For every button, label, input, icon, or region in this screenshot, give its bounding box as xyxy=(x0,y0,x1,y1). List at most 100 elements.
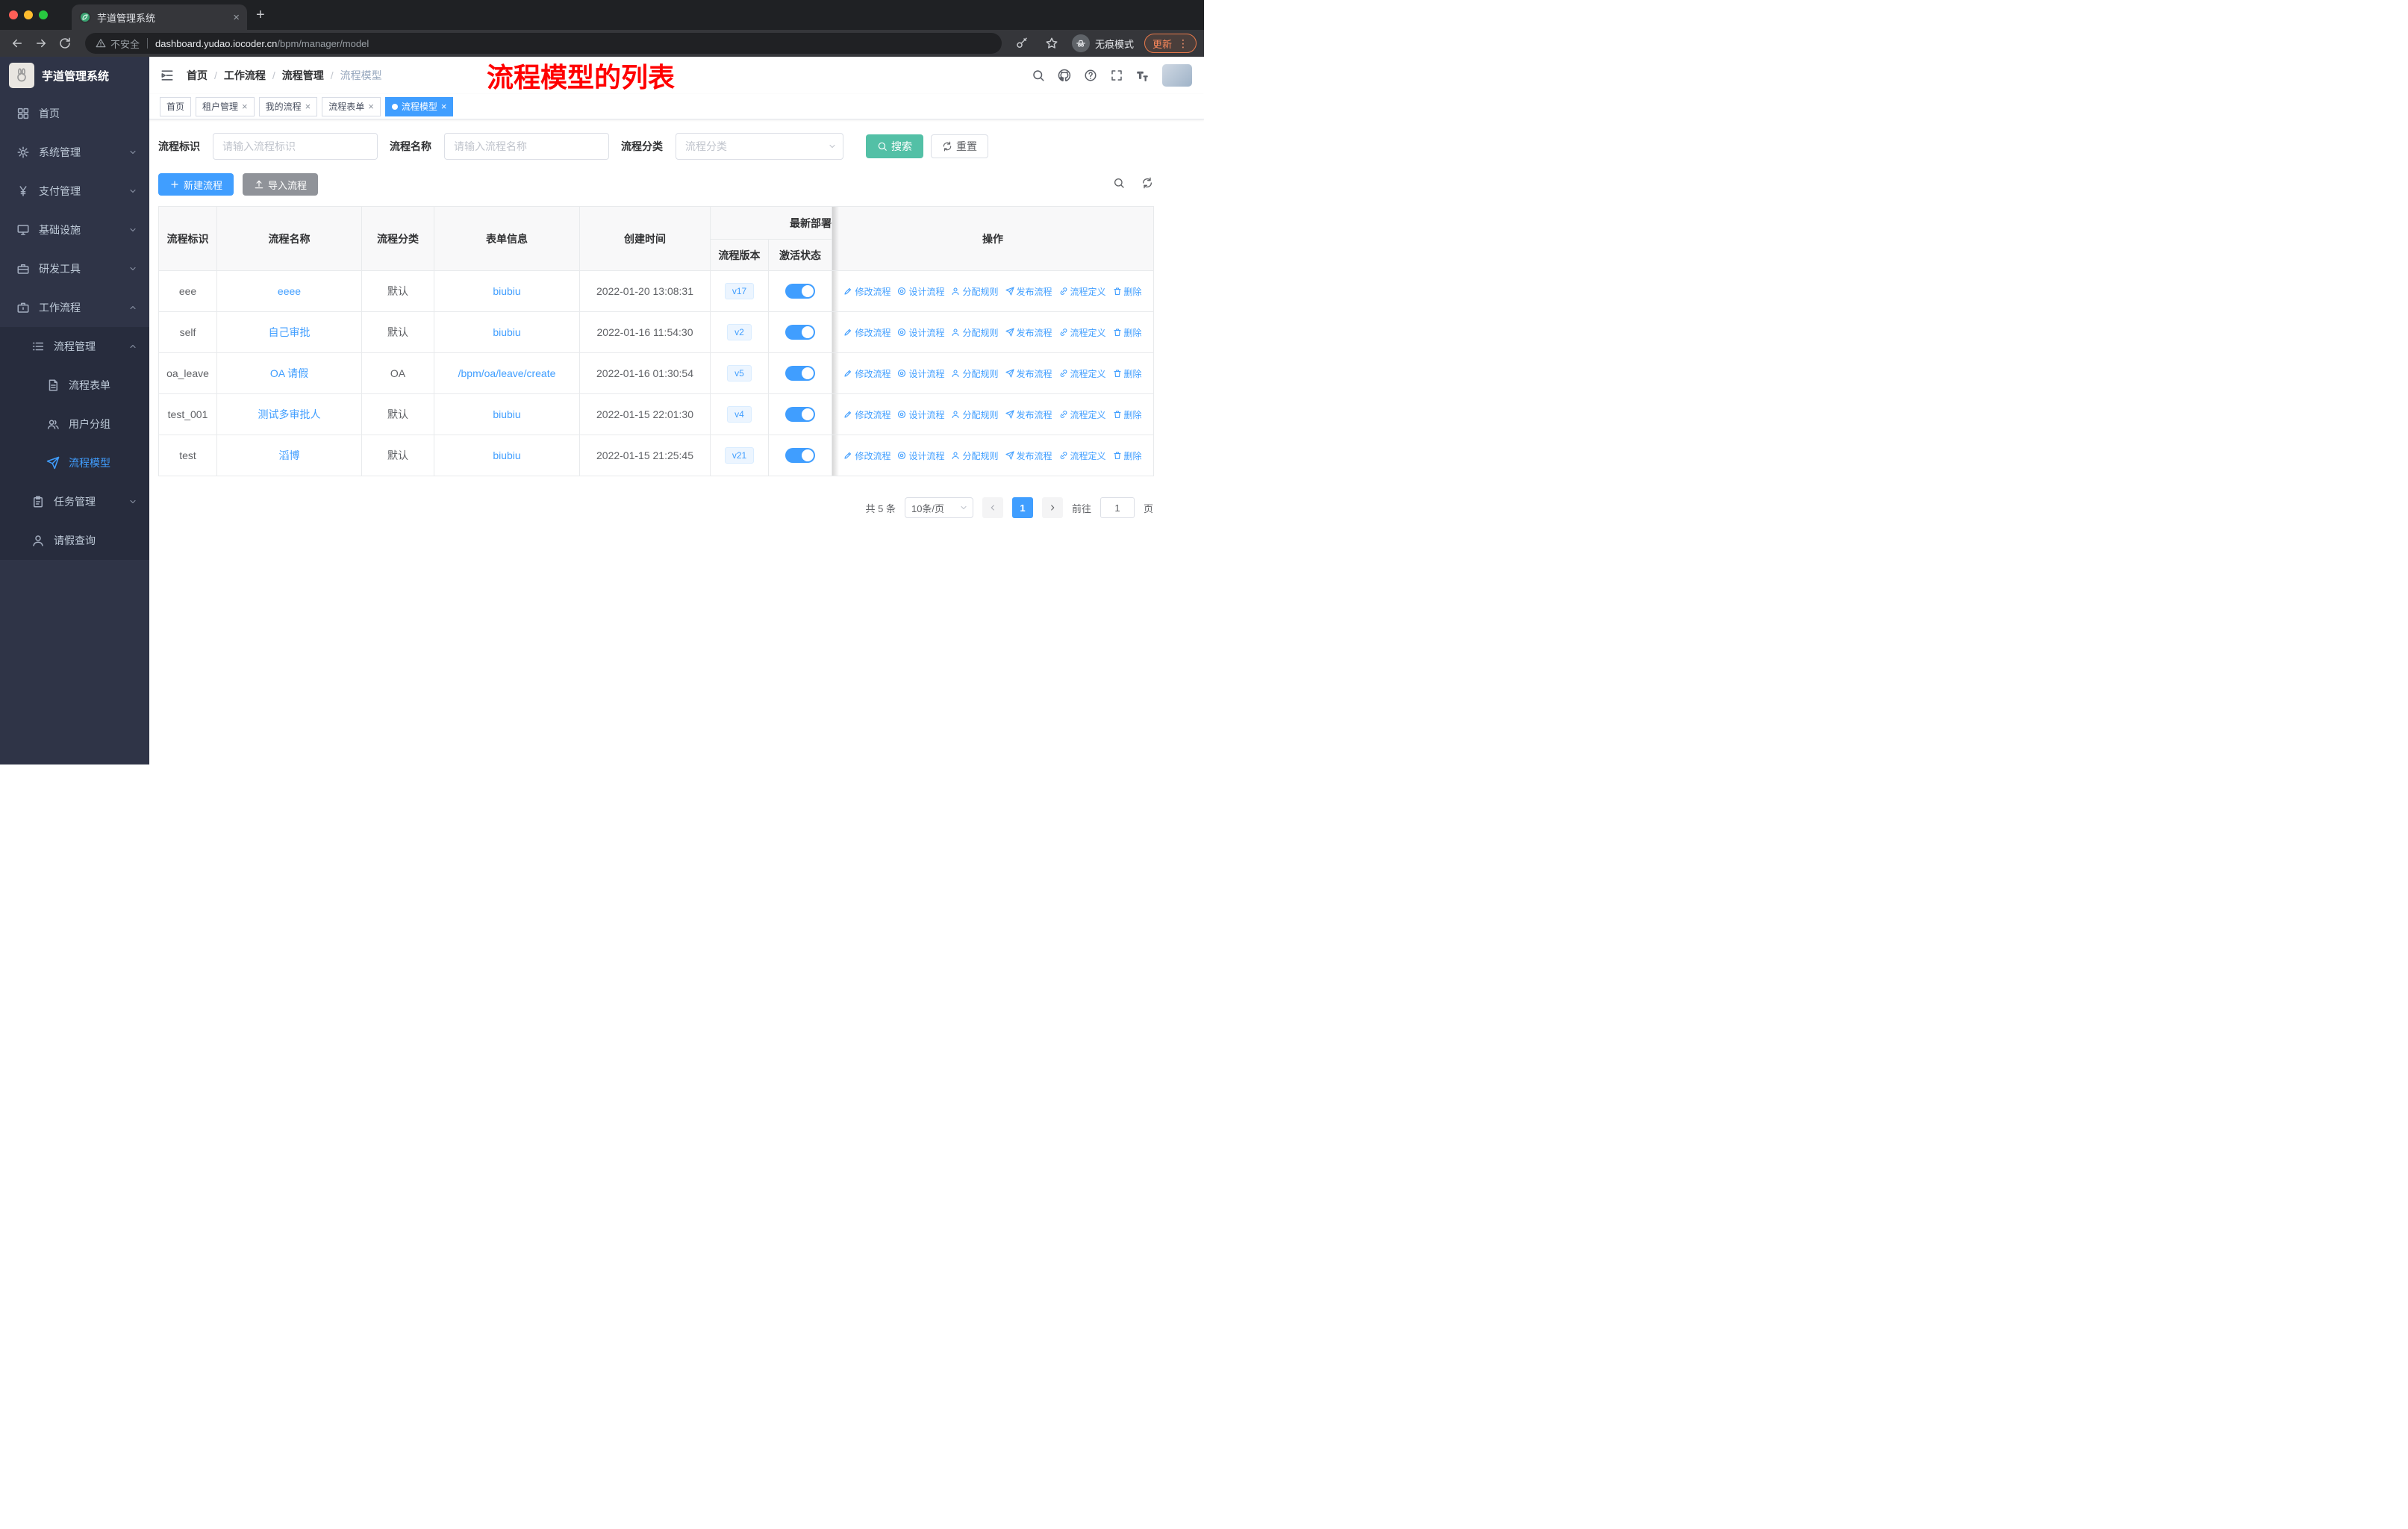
row-action-delete[interactable]: 删除 xyxy=(1113,285,1142,298)
import-process-button[interactable]: 导入流程 xyxy=(243,173,319,196)
security-chip[interactable]: 不安全 xyxy=(96,37,140,51)
current-page-button[interactable]: 1 xyxy=(1011,497,1033,518)
address-bar[interactable]: 不安全 dashboard.yudao.iocoder.cn /bpm/mana… xyxy=(85,33,1002,54)
row-action-assign[interactable]: 分配规则 xyxy=(951,449,999,462)
row-process-name-link[interactable]: 滔博 xyxy=(279,449,300,461)
row-action-design[interactable]: 设计流程 xyxy=(897,326,944,339)
tag-close-icon[interactable]: × xyxy=(441,101,447,112)
row-action-plane[interactable]: 发布流程 xyxy=(1005,326,1052,339)
tag-process-form[interactable]: 流程表单 × xyxy=(322,96,381,116)
goto-page-input[interactable] xyxy=(1099,497,1135,518)
row-action-define[interactable]: 流程定义 xyxy=(1059,285,1106,298)
github-icon[interactable] xyxy=(1058,69,1071,82)
row-action-define[interactable]: 流程定义 xyxy=(1059,449,1106,462)
row-process-name-link[interactable]: 自己审批 xyxy=(269,326,311,338)
table-refresh-icon[interactable] xyxy=(1141,177,1153,193)
row-form-link[interactable]: /bpm/oa/leave/create xyxy=(458,367,556,379)
page-size-select[interactable]: 10条/页 xyxy=(904,497,973,518)
row-action-plane[interactable]: 发布流程 xyxy=(1005,449,1052,462)
row-action-design[interactable]: 设计流程 xyxy=(897,408,944,421)
back-button[interactable] xyxy=(7,34,27,53)
tag-home[interactable]: 首页 xyxy=(160,96,192,116)
table-search-icon[interactable] xyxy=(1113,177,1125,193)
row-action-delete[interactable]: 删除 xyxy=(1113,449,1142,462)
sidebar-item-home[interactable]: 首页 xyxy=(0,94,149,133)
row-form-link[interactable]: biubiu xyxy=(493,408,520,420)
browser-update-button[interactable]: 更新 ⋮ xyxy=(1144,34,1197,53)
user-avatar[interactable] xyxy=(1162,64,1192,87)
key-icon[interactable] xyxy=(1012,34,1032,53)
sidebar-item-leave-query[interactable]: 请假查询 xyxy=(0,521,149,560)
breadcrumb-item[interactable]: 流程管理 xyxy=(282,68,324,83)
new-tab-button[interactable]: + xyxy=(256,7,265,22)
tag-close-icon[interactable]: × xyxy=(305,101,311,112)
row-action-assign[interactable]: 分配规则 xyxy=(951,285,999,298)
row-action-delete[interactable]: 删除 xyxy=(1113,408,1142,421)
row-process-name-link[interactable]: eeee xyxy=(278,285,301,297)
sidebar-item-process-management[interactable]: 流程管理 xyxy=(0,327,149,366)
process-category-select[interactable]: 流程分类 xyxy=(676,133,843,160)
row-process-name-link[interactable]: OA 请假 xyxy=(270,367,308,379)
row-action-design[interactable]: 设计流程 xyxy=(897,285,944,298)
row-form-link[interactable]: biubiu xyxy=(493,285,520,297)
create-process-button[interactable]: 新建流程 xyxy=(158,173,234,196)
row-active-toggle[interactable] xyxy=(785,448,815,463)
close-window-button[interactable] xyxy=(9,10,18,19)
row-action-define[interactable]: 流程定义 xyxy=(1059,367,1106,380)
row-action-edit[interactable]: 修改流程 xyxy=(843,367,890,380)
sidebar-item-process-form[interactable]: 流程表单 xyxy=(0,366,149,405)
fullscreen-icon[interactable] xyxy=(1110,69,1123,82)
tab-close-icon[interactable]: × xyxy=(233,11,240,24)
row-process-name-link[interactable]: 测试多审批人 xyxy=(258,408,321,420)
breadcrumb-item[interactable]: 首页 xyxy=(187,68,208,83)
forward-button[interactable] xyxy=(31,34,51,53)
row-action-edit[interactable]: 修改流程 xyxy=(843,285,890,298)
sidebar-item-process-model[interactable]: 流程模型 xyxy=(0,443,149,482)
font-size-icon[interactable] xyxy=(1136,69,1150,82)
row-action-edit[interactable]: 修改流程 xyxy=(843,449,890,462)
breadcrumb-item[interactable]: 工作流程 xyxy=(224,68,266,83)
tag-my-process[interactable]: 我的流程 × xyxy=(258,96,318,116)
bookmark-star-icon[interactable] xyxy=(1042,34,1061,53)
tag-close-icon[interactable]: × xyxy=(242,101,248,112)
row-action-assign[interactable]: 分配规则 xyxy=(951,326,999,339)
minimize-window-button[interactable] xyxy=(24,10,33,19)
row-action-plane[interactable]: 发布流程 xyxy=(1005,285,1052,298)
sidebar-collapse-button[interactable] xyxy=(160,68,175,83)
sidebar-item-devtools[interactable]: 研发工具 xyxy=(0,249,149,288)
next-page-button[interactable] xyxy=(1041,497,1063,518)
search-button[interactable]: 搜索 xyxy=(866,134,923,158)
row-action-define[interactable]: 流程定义 xyxy=(1059,408,1106,421)
process-name-input[interactable] xyxy=(444,133,609,160)
reset-button[interactable]: 重置 xyxy=(931,134,988,158)
row-action-edit[interactable]: 修改流程 xyxy=(843,408,890,421)
browser-menu-icon[interactable]: ⋮ xyxy=(1178,37,1188,50)
row-action-design[interactable]: 设计流程 xyxy=(897,449,944,462)
sidebar-item-workflow[interactable]: 工作流程 xyxy=(0,288,149,327)
row-action-assign[interactable]: 分配规则 xyxy=(951,408,999,421)
row-action-assign[interactable]: 分配规则 xyxy=(951,367,999,380)
row-active-toggle[interactable] xyxy=(785,366,815,381)
row-action-delete[interactable]: 删除 xyxy=(1113,326,1142,339)
sidebar-item-user-group[interactable]: 用户分组 xyxy=(0,405,149,443)
row-action-plane[interactable]: 发布流程 xyxy=(1005,408,1052,421)
search-icon[interactable] xyxy=(1032,69,1045,82)
row-active-toggle[interactable] xyxy=(785,325,815,340)
reload-button[interactable] xyxy=(55,34,75,53)
tag-process-model[interactable]: 流程模型 × xyxy=(384,96,454,116)
sidebar-item-task-management[interactable]: 任务管理 xyxy=(0,482,149,521)
sidebar-item-payment[interactable]: 支付管理 xyxy=(0,172,149,211)
row-action-define[interactable]: 流程定义 xyxy=(1059,326,1106,339)
sidebar-item-infrastructure[interactable]: 基础设施 xyxy=(0,211,149,249)
row-action-plane[interactable]: 发布流程 xyxy=(1005,367,1052,380)
help-icon[interactable] xyxy=(1084,69,1097,82)
row-active-toggle[interactable] xyxy=(785,284,815,299)
tag-tenant[interactable]: 租户管理 × xyxy=(196,96,255,116)
row-form-link[interactable]: biubiu xyxy=(493,326,520,338)
row-action-design[interactable]: 设计流程 xyxy=(897,367,944,380)
prev-page-button[interactable] xyxy=(982,497,1003,518)
row-active-toggle[interactable] xyxy=(785,407,815,422)
sidebar-item-system[interactable]: 系统管理 xyxy=(0,133,149,172)
row-action-delete[interactable]: 删除 xyxy=(1113,367,1142,380)
tag-close-icon[interactable]: × xyxy=(368,101,374,112)
